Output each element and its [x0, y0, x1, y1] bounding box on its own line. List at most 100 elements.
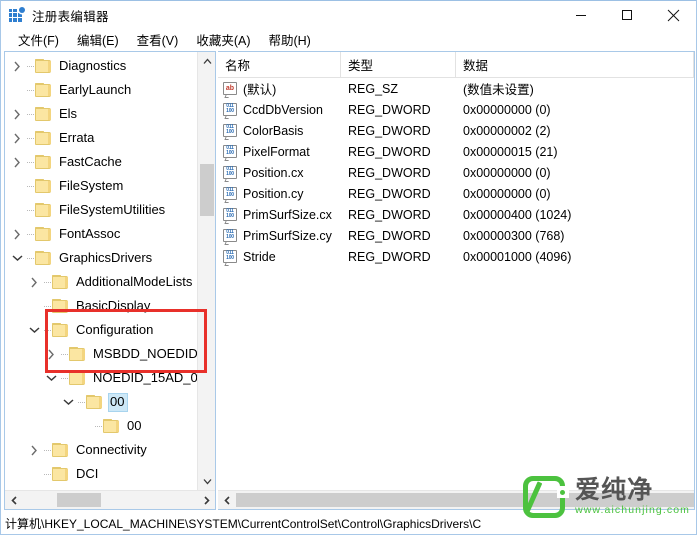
chevron-down-icon[interactable]	[9, 246, 25, 270]
aichunjing-logo-icon	[521, 474, 570, 520]
tree-guide-line	[59, 366, 69, 390]
tree-item[interactable]: AdditionalModeLists	[5, 270, 197, 294]
menu-file[interactable]: 文件(F)	[9, 28, 68, 52]
watermark-brand: 爱纯净	[575, 476, 654, 504]
value-row[interactable]: 011 100 PrimSurfSize.cy REG_DWORD 0x00000300…	[218, 225, 694, 246]
tree-item[interactable]: FastCache	[5, 150, 197, 174]
column-header-name[interactable]: 名称	[218, 52, 341, 78]
tree-item[interactable]: FileSystemUtilities	[5, 198, 197, 222]
chevron-right-icon[interactable]	[26, 270, 42, 294]
tree-scroll-left-icon[interactable]	[5, 491, 23, 509]
tree-vertical-scrollbar[interactable]	[197, 52, 215, 490]
tree-horizontal-scrollbar[interactable]	[5, 490, 215, 509]
tree-item-label: NOEDID_15AD_0	[93, 369, 197, 385]
tree-item[interactable]: NOEDID_15AD_0	[5, 366, 197, 390]
tree-leaf-spacer	[26, 462, 42, 486]
value-name-cell: ab (默认)	[218, 78, 341, 99]
folder-icon	[52, 274, 69, 290]
tree-item[interactable]: Configuration	[5, 318, 197, 342]
value-row[interactable]: 011 100 PrimSurfSize.cx REG_DWORD 0x00000400…	[218, 204, 694, 225]
folder-icon	[35, 58, 52, 74]
value-row[interactable]: 011 100 Position.cy REG_DWORD 0x00000000 (0)	[218, 183, 694, 204]
chevron-right-icon[interactable]	[9, 102, 25, 126]
menu-view[interactable]: 查看(V)	[128, 28, 188, 52]
value-row[interactable]: 011 100 CcdDbVersion REG_DWORD 0x00000000 (0…	[218, 99, 694, 120]
maximize-button[interactable]	[604, 1, 650, 29]
tree-item[interactable]: Errata	[5, 126, 197, 150]
list-scroll-left-icon[interactable]	[218, 491, 236, 509]
value-row[interactable]: 011 100 PixelFormat REG_DWORD 0x00000015 (21…	[218, 141, 694, 162]
tree-scroll-thumb[interactable]	[200, 164, 214, 216]
folder-icon	[35, 202, 52, 218]
values-list[interactable]: ab (默认) REG_SZ (数值未设置) 011 100 CcdDbVersion REG…	[218, 78, 694, 490]
registry-tree-pane: Diagnostics EarlyLaunch Els Errata FastCache…	[4, 51, 216, 510]
value-row[interactable]: 011 100 ColorBasis REG_DWORD 0x00000002 (2)	[218, 120, 694, 141]
menu-edit[interactable]: 编辑(E)	[68, 28, 128, 52]
tree-item[interactable]: Diagnostics	[5, 54, 197, 78]
dword-value-icon: 011 100	[223, 207, 238, 224]
registry-values-pane: 名称 类型 数据 ab (默认) REG_SZ (数值未设置) 011 100 CcdDbV…	[218, 51, 695, 510]
dword-value-icon: 011 100	[223, 165, 238, 182]
tree-guide-line	[76, 390, 86, 414]
values-column-header: 名称 类型 数据	[218, 52, 694, 78]
chevron-down-icon[interactable]	[43, 366, 59, 390]
title-bar: 注册表编辑器	[1, 1, 696, 29]
tree-guide-line	[25, 102, 35, 126]
tree-guide-line	[42, 270, 52, 294]
tree-guide-line	[59, 342, 69, 366]
tree-item[interactable]: BasicDisplay	[5, 294, 197, 318]
chevron-right-icon[interactable]	[9, 222, 25, 246]
tree-item[interactable]: Els	[5, 102, 197, 126]
tree-item[interactable]: 00	[5, 390, 197, 414]
tree-item-label: Connectivity	[76, 441, 147, 457]
close-button[interactable]	[650, 1, 696, 29]
tree-guide-line	[25, 126, 35, 150]
tree-leaf-spacer	[9, 78, 25, 102]
column-header-type[interactable]: 类型	[341, 52, 456, 78]
chevron-right-icon[interactable]	[43, 342, 59, 366]
tree-item[interactable]: FontAssoc	[5, 222, 197, 246]
chevron-right-icon[interactable]	[9, 150, 25, 174]
tree-hscroll-thumb[interactable]	[57, 492, 101, 507]
tree-item[interactable]: MSBDD_NOEDID	[5, 342, 197, 366]
tree-guide-line	[25, 222, 35, 246]
tree-item-label: GraphicsDrivers	[59, 249, 153, 265]
tree-item[interactable]: DCI	[5, 462, 197, 486]
value-name: (默认)	[243, 83, 277, 97]
value-data: 0x00000400 (1024)	[463, 207, 572, 222]
tree-item[interactable]: GraphicsDrivers	[5, 246, 197, 270]
watermark-url: www.aichunjing.com	[575, 504, 690, 516]
menu-favorites[interactable]: 收藏夹(A)	[187, 28, 259, 52]
chevron-right-icon[interactable]	[9, 54, 25, 78]
folder-icon	[52, 322, 69, 338]
minimize-button[interactable]	[558, 1, 604, 29]
value-row[interactable]: 011 100 Stride REG_DWORD 0x00001000 (4096)	[218, 246, 694, 267]
tree-item-label: 00	[127, 417, 142, 433]
tree-item[interactable]: Connectivity	[5, 438, 197, 462]
value-type: REG_DWORD	[348, 102, 431, 117]
tree-scroll-up-icon[interactable]	[198, 52, 215, 70]
value-row[interactable]: 011 100 Position.cx REG_DWORD 0x00000000 (0)	[218, 162, 694, 183]
tree-item-label: FileSystemUtilities	[59, 201, 166, 217]
tree-item[interactable]: EarlyLaunch	[5, 78, 197, 102]
chevron-down-icon[interactable]	[26, 318, 42, 342]
value-name-cell: 011 100 PrimSurfSize.cy	[218, 225, 341, 246]
tree-item[interactable]: 00	[5, 414, 197, 438]
tree-scroll-right-icon[interactable]	[197, 491, 215, 509]
chevron-down-icon[interactable]	[60, 390, 76, 414]
folder-icon	[35, 226, 52, 242]
chevron-right-icon[interactable]	[26, 438, 42, 462]
value-type: REG_DWORD	[348, 165, 431, 180]
folder-icon	[52, 298, 69, 314]
tree-scroll-down-icon[interactable]	[198, 472, 215, 490]
column-header-data[interactable]: 数据	[456, 52, 694, 78]
value-row[interactable]: ab (默认) REG_SZ (数值未设置)	[218, 78, 694, 99]
chevron-right-icon[interactable]	[9, 126, 25, 150]
value-name: Position.cy	[243, 186, 304, 201]
value-name: PrimSurfSize.cy	[243, 228, 332, 243]
menu-help[interactable]: 帮助(H)	[259, 28, 319, 52]
tree-item[interactable]: FileSystem	[5, 174, 197, 198]
value-name-cell: 011 100 ColorBasis	[218, 120, 341, 141]
registry-tree[interactable]: Diagnostics EarlyLaunch Els Errata FastCache…	[5, 52, 197, 492]
folder-icon	[86, 394, 103, 410]
